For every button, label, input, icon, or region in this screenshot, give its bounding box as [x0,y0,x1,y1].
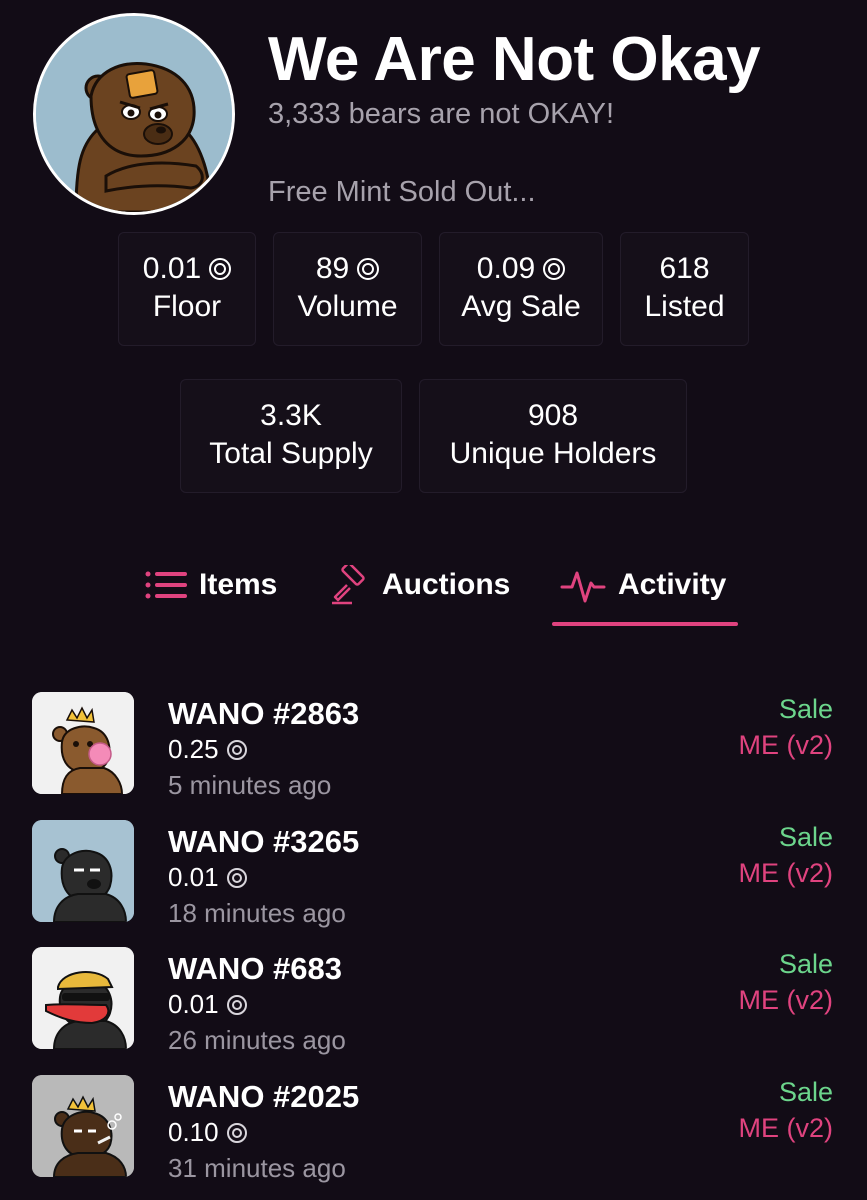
stat-value: 3.3K [260,399,322,432]
stat-value: 89 [315,252,350,285]
item-name: WANO #3265 [168,824,360,859]
activity-row[interactable]: WANO #3265 0.01 18 minutes ago Sale ME (… [0,820,867,930]
stat-label: Volume [297,290,398,323]
sol-icon [226,739,247,760]
sol-icon [209,258,232,280]
nft-thumbnail [32,1075,134,1177]
item-name: WANO #683 [168,951,343,986]
item-time: 18 minutes ago [168,898,346,928]
tab-label: Items [199,568,278,601]
activity-row[interactable]: WANO #2025 0.10 31 minutes ago Sale ME (… [0,1075,867,1185]
pulse-icon [560,571,606,603]
stat-label: Listed [644,290,725,323]
gavel-icon [332,565,365,605]
stat-volume: 89 Volume [273,232,422,346]
collection-description: Free Mint Sold Out... [268,176,536,208]
price-value: 0.01 [168,862,219,892]
collection-title: We Are Not Okay [268,25,761,94]
marketplace: ME (v2) [738,858,834,888]
item-price: 0.10 [168,1117,247,1148]
item-name: WANO #2863 [168,696,360,731]
price-value: 0.10 [168,1117,219,1147]
sol-icon [226,867,247,888]
activity-row[interactable]: WANO #683 0.01 26 minutes ago Sale ME (v… [0,947,867,1057]
item-time: 31 minutes ago [168,1153,346,1183]
tab-label: Activity [618,568,727,601]
bear-avatar-image [36,16,232,212]
sol-icon [226,1122,247,1143]
nft-thumbnail [32,820,134,922]
stat-total-supply: 3.3K Total Supply [180,379,402,493]
activity-row[interactable]: WANO #2863 0.25 5 minutes ago Sale ME (v… [0,692,867,802]
stat-value: 0.01 [142,252,202,285]
list-icon [145,571,187,599]
item-time: 26 minutes ago [168,1025,346,1055]
stat-label: Total Supply [209,437,373,470]
tab-auctions[interactable]: Auctions [330,560,510,610]
marketplace: ME (v2) [738,985,834,1015]
nft-thumbnail [32,947,134,1049]
collection-subtitle: 3,333 bears are not OKAY! [268,98,615,130]
stat-listed: 618 Listed [620,232,749,346]
stat-label: Floor [152,290,222,323]
tab-activity[interactable]: Activity [560,560,726,610]
item-price: 0.01 [168,989,247,1020]
item-name: WANO #2025 [168,1079,360,1114]
collection-avatar [33,13,235,215]
stat-avg-sale: 0.09 Avg Sale [439,232,603,346]
price-value: 0.01 [168,989,219,1019]
active-tab-indicator [552,622,738,626]
stat-value: 618 [659,252,710,285]
sol-icon [226,994,247,1015]
price-value: 0.25 [168,734,219,764]
activity-type: Sale [778,949,833,979]
item-time: 5 minutes ago [168,770,332,800]
stat-unique-holders: 908 Unique Holders [419,379,687,493]
tab-label: Auctions [382,568,511,601]
activity-type: Sale [778,1077,833,1107]
marketplace: ME (v2) [738,1113,834,1143]
activity-type: Sale [778,822,833,852]
sol-icon [543,258,566,280]
stat-label: Avg Sale [461,290,581,323]
tab-items[interactable]: Items [145,560,277,610]
activity-type: Sale [778,694,833,724]
stat-label: Unique Holders [449,437,657,470]
item-price: 0.01 [168,862,247,893]
stat-value: 908 [527,399,579,432]
stat-value: 0.09 [476,252,536,285]
item-price: 0.25 [168,734,247,765]
nft-thumbnail [32,692,134,794]
marketplace: ME (v2) [738,730,834,760]
stat-floor: 0.01 Floor [118,232,256,346]
sol-icon [357,258,380,280]
